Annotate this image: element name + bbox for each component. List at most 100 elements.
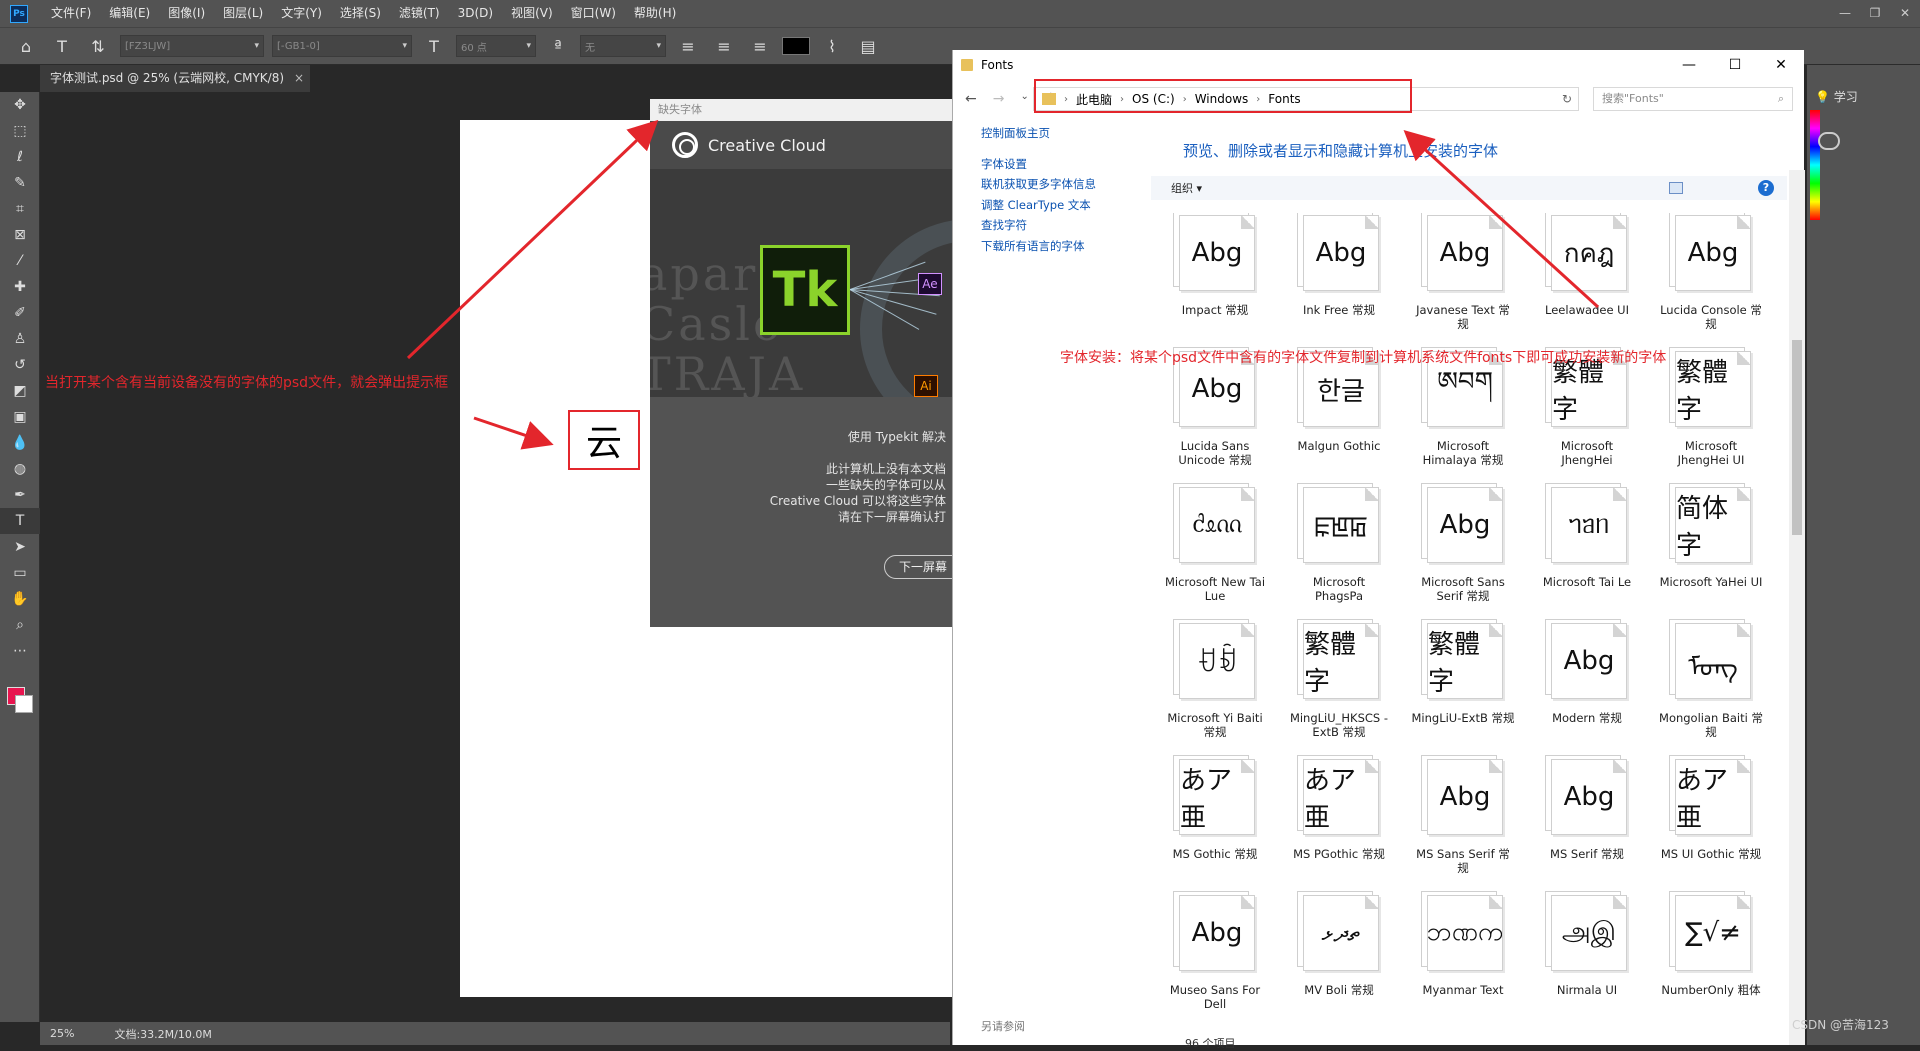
character-panel-icon[interactable]: ▤: [854, 32, 882, 60]
hand-tool-icon[interactable]: ✋: [0, 586, 40, 612]
font-tile[interactable]: Abg Lucida Console 常规: [1659, 213, 1783, 348]
menu-item[interactable]: 图层(L): [214, 0, 272, 27]
align-center-icon[interactable]: ≡: [710, 32, 738, 60]
text-orientation-icon[interactable]: ⇅: [84, 32, 112, 60]
scrollbar-thumb[interactable]: [1792, 340, 1802, 535]
pen-tool-icon[interactable]: ✒: [0, 482, 40, 508]
font-tile[interactable]: ∑√≠ NumberOnly 粗体: [1659, 891, 1783, 1028]
align-left-icon[interactable]: ≡: [674, 32, 702, 60]
menu-item[interactable]: 文件(F): [42, 0, 100, 27]
close-tab-icon[interactable]: ×: [294, 71, 304, 85]
font-tile[interactable]: 繁體字 MingLiU-ExtB 常规: [1411, 619, 1535, 756]
marquee-tool-icon[interactable]: ⬚: [0, 118, 40, 144]
maximize-icon[interactable]: ☐: [1712, 50, 1758, 80]
crop-tool-icon[interactable]: ⌗: [0, 196, 40, 222]
font-tile[interactable]: 简体字 Microsoft YaHei UI: [1659, 483, 1783, 620]
font-family-select[interactable]: [FZ3LJW] ▾: [120, 35, 264, 57]
font-tile[interactable]: ᥐᥑᥒ Microsoft Tai Le: [1535, 483, 1659, 620]
font-tile[interactable]: ᦺᦸᦶ Microsoft New Tai Lue: [1163, 483, 1287, 620]
learn-panel-tab[interactable]: 💡 学习: [1815, 88, 1858, 105]
font-tile[interactable]: Abg Modern 常规: [1535, 619, 1659, 756]
libraries-icon[interactable]: [1818, 132, 1840, 150]
font-tile[interactable]: ꡀꡁꡂ Microsoft PhagsPa: [1287, 483, 1411, 620]
blur-tool-icon[interactable]: 💧: [0, 430, 40, 456]
scrollbar[interactable]: [1789, 170, 1805, 1045]
font-tile[interactable]: กคฎ Leelawadee UI: [1535, 213, 1659, 348]
font-tile[interactable]: Abg Lucida Sans Unicode 常规: [1163, 347, 1287, 484]
menu-item[interactable]: 编辑(E): [100, 0, 159, 27]
history-brush-tool-icon[interactable]: ↺: [0, 352, 40, 378]
sidebar-item-download-fonts[interactable]: 下载所有语言的字体: [981, 238, 1085, 254]
clone-stamp-tool-icon[interactable]: ♙: [0, 326, 40, 352]
anti-alias-select[interactable]: 无 ▾: [580, 35, 666, 57]
font-tile[interactable]: 繁體字 Microsoft JhengHei: [1535, 347, 1659, 484]
font-tile[interactable]: 繁體字 MingLiU_HKSCS -ExtB 常规: [1287, 619, 1411, 756]
lasso-tool-icon[interactable]: ℓ: [0, 144, 40, 170]
font-style-select[interactable]: [-GB1-0] ▾: [272, 35, 412, 57]
menu-item[interactable]: 视图(V): [502, 0, 562, 27]
next-screen-button[interactable]: 下一屏幕: [884, 555, 960, 579]
sidebar-item-get-more-fonts[interactable]: 联机获取更多字体信息: [981, 176, 1096, 192]
font-tile[interactable]: Abg Javanese Text 常规: [1411, 213, 1535, 348]
text-color-swatch[interactable]: [782, 37, 810, 55]
recent-locations-icon[interactable]: ⌄: [1020, 91, 1028, 107]
menu-item[interactable]: 图像(I): [159, 0, 214, 27]
align-right-icon[interactable]: ≡: [746, 32, 774, 60]
font-tile[interactable]: ᠮᠤᠩ Mongolian Baiti 常规: [1659, 619, 1783, 756]
eyedropper-tool-icon[interactable]: ⁄: [0, 248, 40, 274]
path-selection-tool-icon[interactable]: ➤: [0, 534, 40, 560]
rectangle-tool-icon[interactable]: ▭: [0, 560, 40, 586]
zoom-tool-icon[interactable]: ⌕: [0, 612, 40, 638]
forward-icon[interactable]: →: [993, 91, 1005, 107]
type-tool-preset-icon[interactable]: T: [48, 32, 76, 60]
font-tile[interactable]: Abg Impact 常规: [1163, 213, 1287, 348]
font-tile[interactable]: あア亜 MS Gothic 常规: [1163, 755, 1287, 892]
sidebar-item-control-panel[interactable]: 控制面板主页: [981, 125, 1050, 141]
menu-item[interactable]: 帮助(H): [625, 0, 685, 27]
font-tile[interactable]: அஇ Nirmala UI: [1535, 891, 1659, 1028]
font-tile[interactable]: Abg MS Serif 常规: [1535, 755, 1659, 892]
font-size-select[interactable]: 60 点 ▾: [456, 35, 536, 57]
menu-item[interactable]: 3D(D): [449, 0, 502, 27]
sidebar-item-font-settings[interactable]: 字体设置: [981, 156, 1027, 172]
frame-tool-icon[interactable]: ⊠: [0, 222, 40, 248]
eraser-tool-icon[interactable]: ◩: [0, 378, 40, 404]
healing-brush-tool-icon[interactable]: ✚: [0, 274, 40, 300]
more-tools-icon[interactable]: ⋯: [0, 638, 40, 664]
restore-icon[interactable]: ❐: [1860, 0, 1890, 27]
background-color-swatch[interactable]: [15, 695, 33, 713]
organize-button[interactable]: 组织 ▾: [1171, 180, 1202, 196]
home-icon[interactable]: ⌂: [12, 32, 40, 60]
change-view-icon[interactable]: [1669, 182, 1683, 194]
help-icon[interactable]: ?: [1758, 180, 1774, 196]
font-tile[interactable]: Abg Microsoft Sans Serif 常规: [1411, 483, 1535, 620]
sidebar-item-find-character[interactable]: 查找字符: [981, 217, 1027, 233]
menu-item[interactable]: 文字(Y): [272, 0, 331, 27]
font-tile[interactable]: ތދޅ MV Boli 常规: [1287, 891, 1411, 1028]
font-tile[interactable]: あア亜 MS PGothic 常规: [1287, 755, 1411, 892]
menu-item[interactable]: 滤镜(T): [390, 0, 449, 27]
font-tile[interactable]: Abg Ink Free 常规: [1287, 213, 1411, 348]
type-tool-icon[interactable]: T: [0, 508, 40, 534]
close-icon[interactable]: ✕: [1890, 0, 1920, 27]
font-tile[interactable]: あア亜 MS UI Gothic 常规: [1659, 755, 1783, 892]
font-tile[interactable]: Abg MS Sans Serif 常规: [1411, 755, 1535, 892]
move-tool-icon[interactable]: ✥: [0, 92, 40, 118]
quick-select-tool-icon[interactable]: ✎: [0, 170, 40, 196]
refresh-icon[interactable]: ↻: [1562, 92, 1578, 106]
back-icon[interactable]: ←: [965, 91, 977, 107]
font-tile[interactable]: 한글 Malgun Gothic: [1287, 347, 1411, 484]
sidebar-item-cleartype[interactable]: 调整 ClearType 文本: [981, 197, 1091, 213]
search-input[interactable]: 搜索"Fonts" ⌕: [1593, 87, 1793, 111]
minimize-icon[interactable]: —: [1830, 0, 1860, 27]
font-tile[interactable]: Abg Museo Sans For Dell: [1163, 891, 1287, 1028]
minimize-icon[interactable]: —: [1666, 50, 1712, 80]
dodge-tool-icon[interactable]: ◍: [0, 456, 40, 482]
gradient-tool-icon[interactable]: ▣: [0, 404, 40, 430]
document-tab[interactable]: 字体测试.psd @ 25% (云端网校, CMYK/8) ×: [40, 65, 310, 92]
close-icon[interactable]: ✕: [1758, 50, 1804, 80]
warp-text-icon[interactable]: ⌇: [818, 32, 846, 60]
font-tile[interactable]: 繁體字 Microsoft JhengHei UI: [1659, 347, 1783, 484]
menu-item[interactable]: 选择(S): [331, 0, 390, 27]
zoom-level[interactable]: 25%: [50, 1027, 74, 1040]
